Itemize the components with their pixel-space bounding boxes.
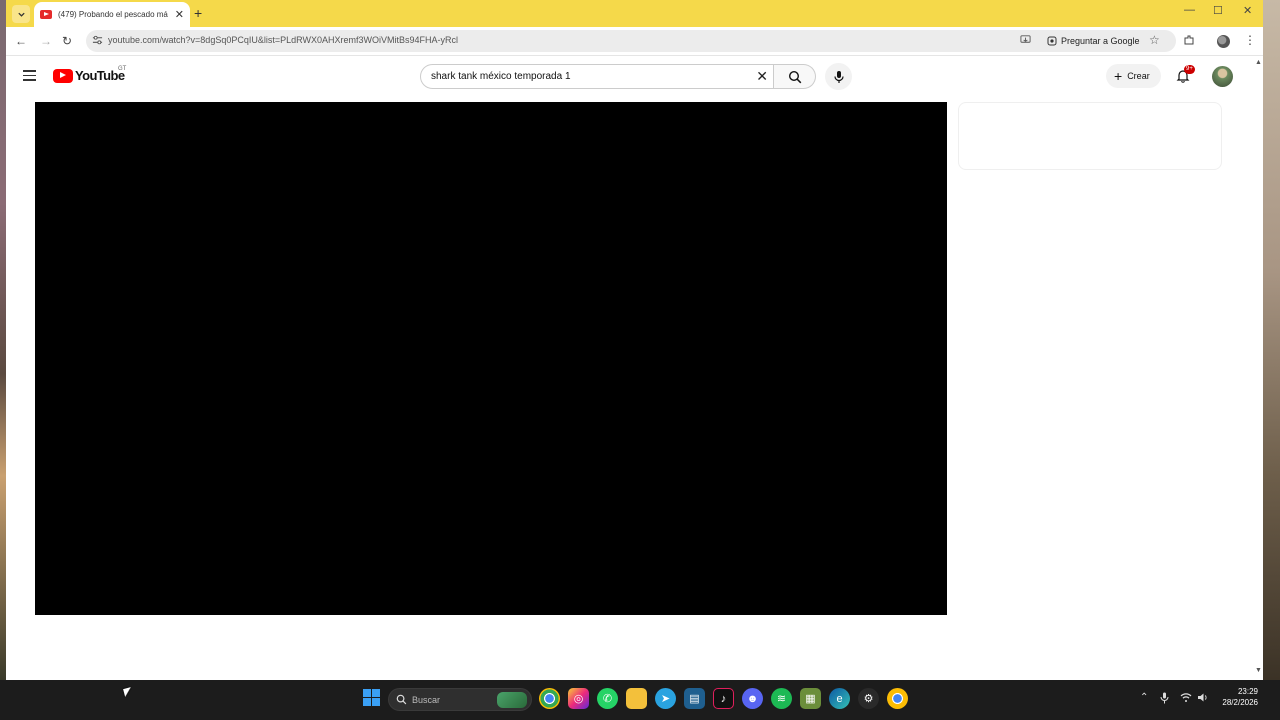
create-label: Crear [1127,71,1150,81]
whatsapp-icon[interactable]: ✆ [597,688,618,709]
taskbar-search-box[interactable]: Buscar [388,688,532,711]
browser-window: (479) Probando el pescado má ✕ + — ☐ ✕ ←… [6,0,1263,680]
search-icon [788,70,801,83]
search-input[interactable]: shark tank méxico temporada 1 ✕ [420,64,774,89]
install-app-icon[interactable] [1020,34,1031,45]
chevron-down-icon [17,12,25,17]
store-icon[interactable]: ▤ [684,688,705,709]
site-settings-icon[interactable] [92,35,103,46]
steam-icon[interactable]: ⚙ [858,688,879,709]
voice-search-button[interactable] [825,63,852,90]
youtube-play-icon [53,68,73,83]
hamburger-menu-icon[interactable] [23,70,36,84]
minimize-button[interactable]: — [1184,4,1195,16]
tab-search-button[interactable] [12,5,30,23]
microphone-icon [833,70,844,83]
youtube-header: YouTube GT shark tank méxico temporada 1… [6,59,1263,95]
new-tab-button[interactable]: + [194,5,202,21]
notifications-button[interactable]: 9+ [1176,65,1195,86]
bookmark-star-icon[interactable]: ☆ [1149,33,1160,47]
clock-time: 23:29 [1237,687,1258,696]
country-code: GT [118,66,127,72]
address-bar[interactable]: youtube.com/watch?v=8dgSq0PCqIU&list=PLd… [86,30,1176,52]
taskbar-search-placeholder: Buscar [412,695,441,705]
back-button[interactable]: ← [15,34,27,48]
search-icon [396,694,407,705]
tiktok-icon[interactable]: ♪ [713,688,734,709]
youtube-favicon-icon [40,10,52,19]
sidebar-placeholder-card [958,102,1222,170]
edge-icon[interactable]: e [829,688,850,709]
instagram-icon[interactable]: ◎ [568,688,589,709]
close-window-button[interactable]: ✕ [1243,4,1252,17]
forward-button[interactable]: → [40,34,52,48]
ask-google-label: Preguntar a Google [1061,36,1140,46]
windows-start-button[interactable] [363,689,380,706]
tray-microphone-icon[interactable] [1160,692,1169,704]
tab-bar: (479) Probando el pescado má ✕ + — ☐ ✕ [6,0,1263,27]
video-player[interactable] [35,102,947,615]
volume-icon[interactable] [1197,692,1209,703]
discord-icon[interactable]: ☻ [742,688,763,709]
browser-menu-button[interactable]: ⋮ [1244,33,1256,47]
reload-button[interactable]: ↻ [62,34,72,48]
youtube-logo[interactable]: YouTube GT [53,66,127,83]
windows-taskbar: Buscar ◎ ✆ ➤ ▤ ♪ ☻ ≋ ▦ e ⚙ ⌃ 23:29 28/2/… [0,680,1280,720]
search-highlight-art [497,692,527,708]
tray-overflow-chevron-icon[interactable]: ⌃ [1140,692,1148,703]
create-button[interactable]: + Crear [1106,64,1161,88]
ask-google-button[interactable]: Preguntar a Google [1040,32,1147,50]
minecraft-icon[interactable]: ▦ [800,688,821,709]
extensions-icon[interactable] [1183,34,1195,46]
tab-title: (479) Probando el pescado má [58,10,168,19]
file-explorer-icon[interactable] [626,688,647,709]
search-query: shark tank méxico temporada 1 [431,71,571,82]
search-button[interactable] [774,64,816,89]
url-text[interactable]: youtube.com/watch?v=8dgSq0PCqIU&list=PLd… [108,35,458,45]
maximize-button[interactable]: ☐ [1213,4,1223,17]
notifications-badge: 9+ [1184,65,1195,74]
telegram-icon[interactable]: ➤ [655,688,676,709]
wifi-icon[interactable] [1180,692,1192,703]
plus-icon: + [1114,68,1123,84]
tab-close-icon[interactable]: ✕ [175,8,184,21]
desktop-wallpaper-right [1263,0,1280,680]
lens-icon [1047,36,1057,46]
chrome-canary-icon[interactable] [887,688,908,709]
scroll-down-arrow-icon[interactable]: ▼ [1255,667,1262,674]
browser-profile-avatar[interactable] [1217,35,1230,48]
clock-date: 28/2/2026 [1222,698,1258,707]
browser-toolbar: ← → ↻ youtube.com/watch?v=8dgSq0PCqIU&li… [6,27,1263,56]
chrome-icon[interactable] [539,688,560,709]
spotify-icon[interactable]: ≋ [771,688,792,709]
clear-search-icon[interactable]: ✕ [756,68,768,85]
system-clock[interactable]: 23:29 28/2/2026 [1214,686,1258,708]
scroll-up-arrow-icon[interactable]: ▲ [1255,59,1262,66]
tab-active[interactable]: (479) Probando el pescado má ✕ [34,2,190,27]
account-avatar[interactable] [1212,66,1233,87]
